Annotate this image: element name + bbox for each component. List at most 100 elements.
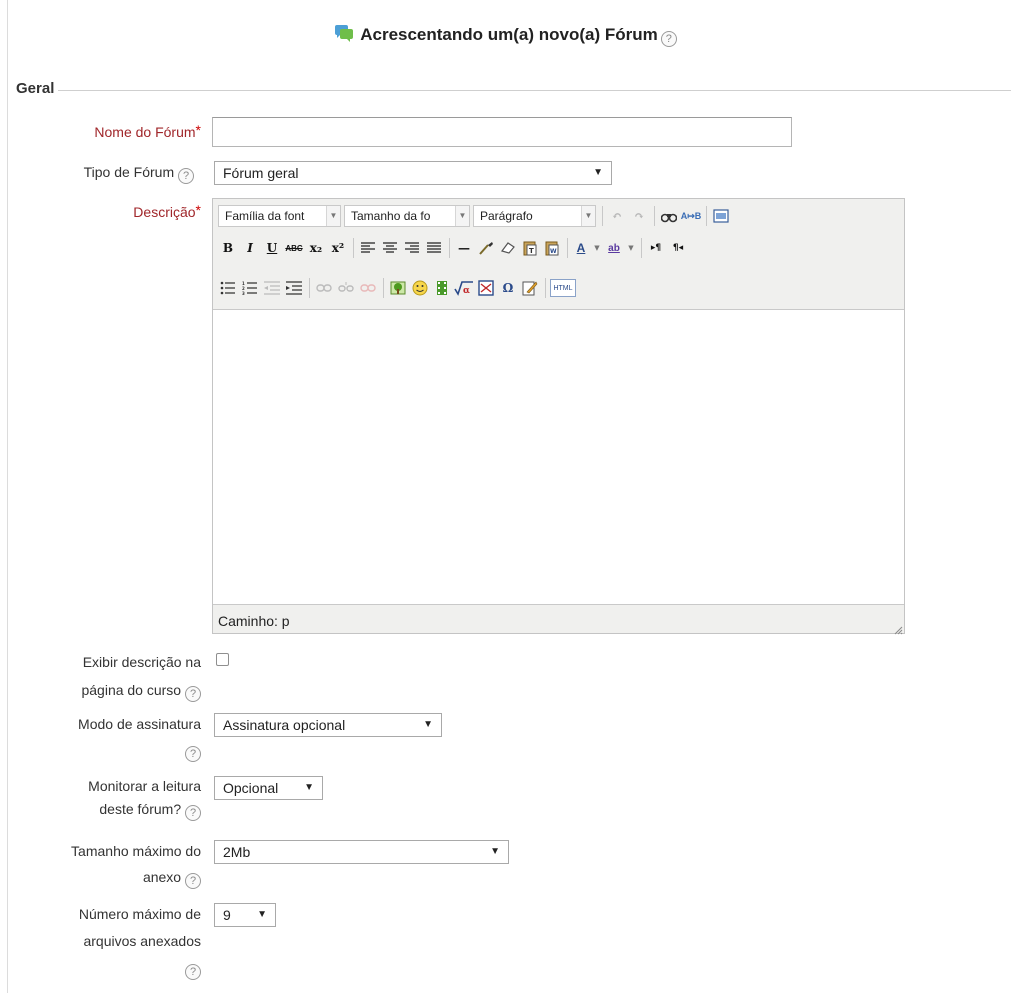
required-marker: * xyxy=(195,202,201,218)
subscript-icon[interactable]: x₂ xyxy=(306,238,326,258)
equation-icon[interactable]: α xyxy=(454,278,474,298)
chevron-down-icon: ▼ xyxy=(326,206,340,226)
show-description-checkbox[interactable] xyxy=(216,653,229,666)
format-select[interactable]: Parágrafo ▼ xyxy=(473,205,596,227)
format-value: Parágrafo xyxy=(480,209,533,223)
toolbar-separator xyxy=(545,278,546,298)
chevron-down-icon[interactable]: ▼ xyxy=(592,238,602,258)
align-justify-icon[interactable] xyxy=(424,238,444,258)
underline-icon[interactable]: U xyxy=(262,238,282,258)
undo-icon[interactable]: ↶ xyxy=(607,206,627,226)
toolbar-separator xyxy=(706,206,707,226)
show-description-label-line1: Exibir descrição na xyxy=(82,654,201,670)
subscription-label: Modo de assinatura ? xyxy=(78,713,201,762)
dropdown-arrow-icon: ▼ xyxy=(593,167,603,178)
font-size-select[interactable]: Tamanho da fo ▼ xyxy=(344,205,470,227)
chevron-down-icon[interactable]: ▼ xyxy=(626,238,636,258)
redo-icon[interactable]: ↷ xyxy=(629,206,649,226)
bullet-list-icon[interactable] xyxy=(218,278,238,298)
table-icon[interactable] xyxy=(476,278,496,298)
ltr-icon[interactable]: ▸¶ xyxy=(646,238,666,258)
image-icon[interactable] xyxy=(388,278,408,298)
tracking-select[interactable]: Opcional ▼ xyxy=(214,776,323,800)
italic-icon[interactable]: I xyxy=(240,238,260,258)
help-icon[interactable]: ? xyxy=(185,873,201,889)
toolbar-separator xyxy=(641,238,642,258)
fieldset-legend[interactable]: Geral xyxy=(16,80,59,97)
forum-icon xyxy=(334,24,354,47)
toolbar-row-1: Família da font ▼ Tamanho da fo ▼ Parágraf… xyxy=(218,203,733,229)
max-files-label-line1: Número máximo de xyxy=(78,906,201,922)
description-label: Descrição* xyxy=(133,199,201,223)
max-attachment-label: Tamanho máximo do anexo ? xyxy=(71,840,201,889)
dropdown-arrow-icon: ▼ xyxy=(304,782,314,793)
forum-type-select[interactable]: Fórum geral ▼ xyxy=(214,161,612,185)
cleanup-brush-icon[interactable] xyxy=(476,238,496,258)
paste-word-icon[interactable]: W xyxy=(542,238,562,258)
help-icon[interactable]: ? xyxy=(185,964,201,980)
emoticon-icon[interactable] xyxy=(410,278,430,298)
font-size-value: Tamanho da fo xyxy=(351,209,431,223)
paste-text-icon[interactable]: T xyxy=(520,238,540,258)
max-files-select[interactable]: 9 ▼ xyxy=(214,903,276,927)
dropdown-arrow-icon: ▼ xyxy=(423,719,433,730)
rtl-icon[interactable]: ¶◂ xyxy=(668,238,688,258)
strikethrough-icon[interactable]: ABC xyxy=(284,238,304,258)
forum-name-label-text: Nome do Fórum xyxy=(94,124,196,140)
special-char-icon[interactable]: Ω xyxy=(498,278,518,298)
subscription-select[interactable]: Assinatura opcional ▼ xyxy=(214,713,442,737)
horizontal-rule-icon[interactable]: — xyxy=(454,238,474,258)
bold-icon[interactable]: B xyxy=(218,238,238,258)
superscript-icon[interactable]: x² xyxy=(328,238,348,258)
forum-type-label: Tipo de Fórum ? xyxy=(84,161,194,184)
page-title: Acrescentando um(a) novo(a) Fórum xyxy=(360,25,658,44)
forum-type-label-text: Tipo de Fórum xyxy=(83,164,175,180)
anchor-icon[interactable] xyxy=(358,278,378,298)
chevron-down-icon: ▼ xyxy=(455,206,469,226)
font-color-icon[interactable]: A xyxy=(572,238,590,258)
find-icon[interactable] xyxy=(659,206,679,226)
subscription-value: Assinatura opcional xyxy=(223,717,346,733)
font-family-value: Família da font xyxy=(225,209,305,223)
show-description-label-line2-wrap: página do curso ? xyxy=(81,679,201,702)
toolbar-separator xyxy=(309,278,310,298)
help-icon[interactable]: ? xyxy=(185,805,201,821)
editor-content-area[interactable] xyxy=(213,309,904,605)
left-border xyxy=(7,0,8,993)
unlink-icon[interactable] xyxy=(336,278,356,298)
help-icon[interactable]: ? xyxy=(185,746,201,762)
max-files-value: 9 xyxy=(223,907,231,923)
help-icon[interactable]: ? xyxy=(660,31,677,47)
indent-icon[interactable] xyxy=(284,278,304,298)
media-icon[interactable] xyxy=(432,278,452,298)
max-attachment-label-line1: Tamanho máximo do xyxy=(71,843,201,859)
required-marker: * xyxy=(195,122,201,138)
max-attachment-select[interactable]: 2Mb ▼ xyxy=(214,840,509,864)
toolbar-row-3: 123 α Ω HTML xyxy=(218,275,576,301)
max-files-label-line2: arquivos anexados xyxy=(83,933,201,949)
edit-note-icon[interactable] xyxy=(520,278,540,298)
forum-name-input[interactable] xyxy=(212,117,792,147)
help-icon[interactable]: ? xyxy=(178,168,194,184)
fullscreen-icon[interactable] xyxy=(711,206,731,226)
highlight-color-icon[interactable]: ab xyxy=(604,238,624,258)
html-source-button[interactable]: HTML xyxy=(550,279,576,297)
align-right-icon[interactable] xyxy=(402,238,422,258)
numbered-list-icon[interactable]: 123 xyxy=(240,278,260,298)
max-files-label: Número máximo de arquivos anexados ? xyxy=(79,903,201,980)
svg-text:3: 3 xyxy=(242,291,245,295)
show-description-label: Exibir descrição na página do curso ? xyxy=(81,651,201,702)
replace-icon[interactable]: A↦B xyxy=(681,206,702,226)
chevron-down-icon: ▼ xyxy=(581,206,595,226)
dropdown-arrow-icon: ▼ xyxy=(490,846,500,857)
link-icon[interactable] xyxy=(314,278,334,298)
eraser-icon[interactable] xyxy=(498,238,518,258)
toolbar-separator xyxy=(602,206,603,226)
font-family-select[interactable]: Família da font ▼ xyxy=(218,205,341,227)
align-left-icon[interactable] xyxy=(358,238,378,258)
align-center-icon[interactable] xyxy=(380,238,400,258)
outdent-icon[interactable] xyxy=(262,278,282,298)
help-icon[interactable]: ? xyxy=(185,686,201,702)
resize-grip-icon[interactable] xyxy=(893,622,903,635)
subscription-label-text: Modo de assinatura xyxy=(78,716,201,732)
